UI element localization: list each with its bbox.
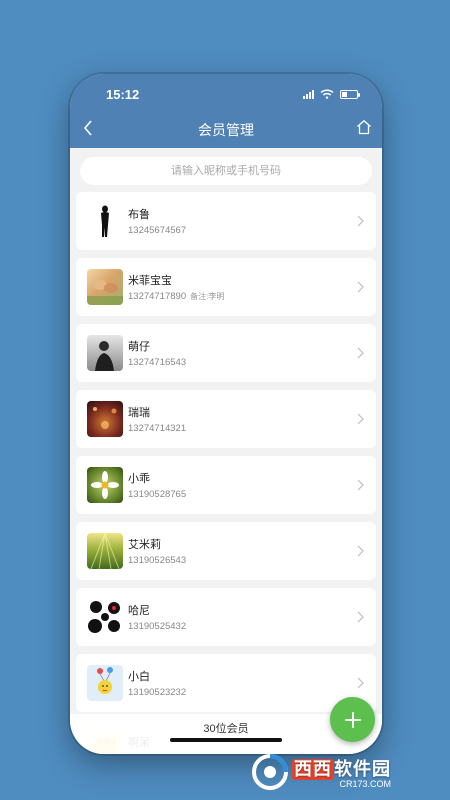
chevron-right-icon [357, 545, 364, 557]
chevron-right-icon [357, 479, 364, 491]
member-phone: 13245674567 [128, 225, 187, 236]
wifi-icon [320, 89, 334, 99]
watermark-brand: 西西 软件园 [292, 759, 391, 780]
member-card[interactable]: 哈尼 13190525432 [76, 588, 376, 646]
battery-icon [340, 89, 360, 99]
member-phone: 13190528765 [128, 489, 187, 500]
chevron-right-icon [357, 611, 364, 623]
avatar [87, 599, 123, 635]
site-watermark: 西西 软件园 CR173.COM [250, 750, 438, 794]
chevron-right-icon [357, 413, 364, 425]
avatar [87, 467, 123, 503]
member-card[interactable]: 艾米莉 13190526543 [76, 522, 376, 580]
member-phone: 13190526543 [128, 555, 187, 566]
add-member-button[interactable] [330, 697, 375, 742]
phone-frame: 15:12 会员管理 请输入昵称或手机号码 布鲁 13245674567 米菲宝… [70, 74, 382, 754]
search-input[interactable] [80, 157, 372, 185]
chevron-right-icon [357, 347, 364, 359]
member-card[interactable]: 米菲宝宝 13274717890 备注:李明 [76, 258, 376, 316]
home-indicator [170, 738, 282, 742]
chevron-right-icon [357, 677, 364, 689]
signal-icon [303, 89, 314, 99]
app-header: 15:12 会员管理 [70, 74, 382, 148]
avatar [87, 335, 123, 371]
content-area: 布鲁 13245674567 米菲宝宝 13274717890备注:李明 [70, 148, 382, 754]
member-name: 小白 [128, 671, 150, 683]
member-phone: 13274716543 [128, 357, 187, 368]
chevron-right-icon [357, 215, 364, 227]
member-name: 哈尼 [128, 605, 150, 617]
status-icons [303, 89, 360, 99]
avatar [87, 533, 123, 569]
member-card[interactable]: 萌仔 13274716543 [76, 324, 376, 382]
nav-bar: 会员管理 [70, 116, 382, 142]
home-icon[interactable] [356, 119, 372, 135]
chevron-right-icon [357, 281, 364, 293]
member-name: 小乖 [128, 473, 150, 485]
watermark-logo-icon [252, 754, 288, 790]
member-card[interactable]: 布鲁 13245674567 [76, 192, 376, 250]
member-name: 艾米莉 [128, 539, 161, 551]
member-phone: 13190525432 [128, 621, 187, 632]
member-card[interactable]: 瑞瑞 13274714321 [76, 390, 376, 448]
member-name: 米菲宝宝 [128, 275, 172, 287]
avatar [87, 269, 123, 305]
avatar [87, 665, 123, 701]
plus-icon [344, 711, 361, 728]
status-time: 15:12 [106, 87, 140, 102]
member-phone: 13274717890 备注:李明 [128, 291, 225, 302]
member-note: 备注:李明 [190, 292, 225, 301]
page-title: 会员管理 [198, 122, 254, 138]
member-name: 布鲁 [128, 209, 150, 221]
member-name: 萌仔 [128, 341, 150, 353]
member-phone: 13190523232 [128, 687, 187, 698]
avatar [87, 203, 123, 239]
member-name: 瑞瑞 [128, 407, 150, 419]
avatar [87, 401, 123, 437]
member-card[interactable]: 小乖 13190528765 [76, 456, 376, 514]
member-phone: 13274714321 [128, 423, 187, 434]
member-card[interactable]: 小白 13190523232 [76, 654, 376, 712]
